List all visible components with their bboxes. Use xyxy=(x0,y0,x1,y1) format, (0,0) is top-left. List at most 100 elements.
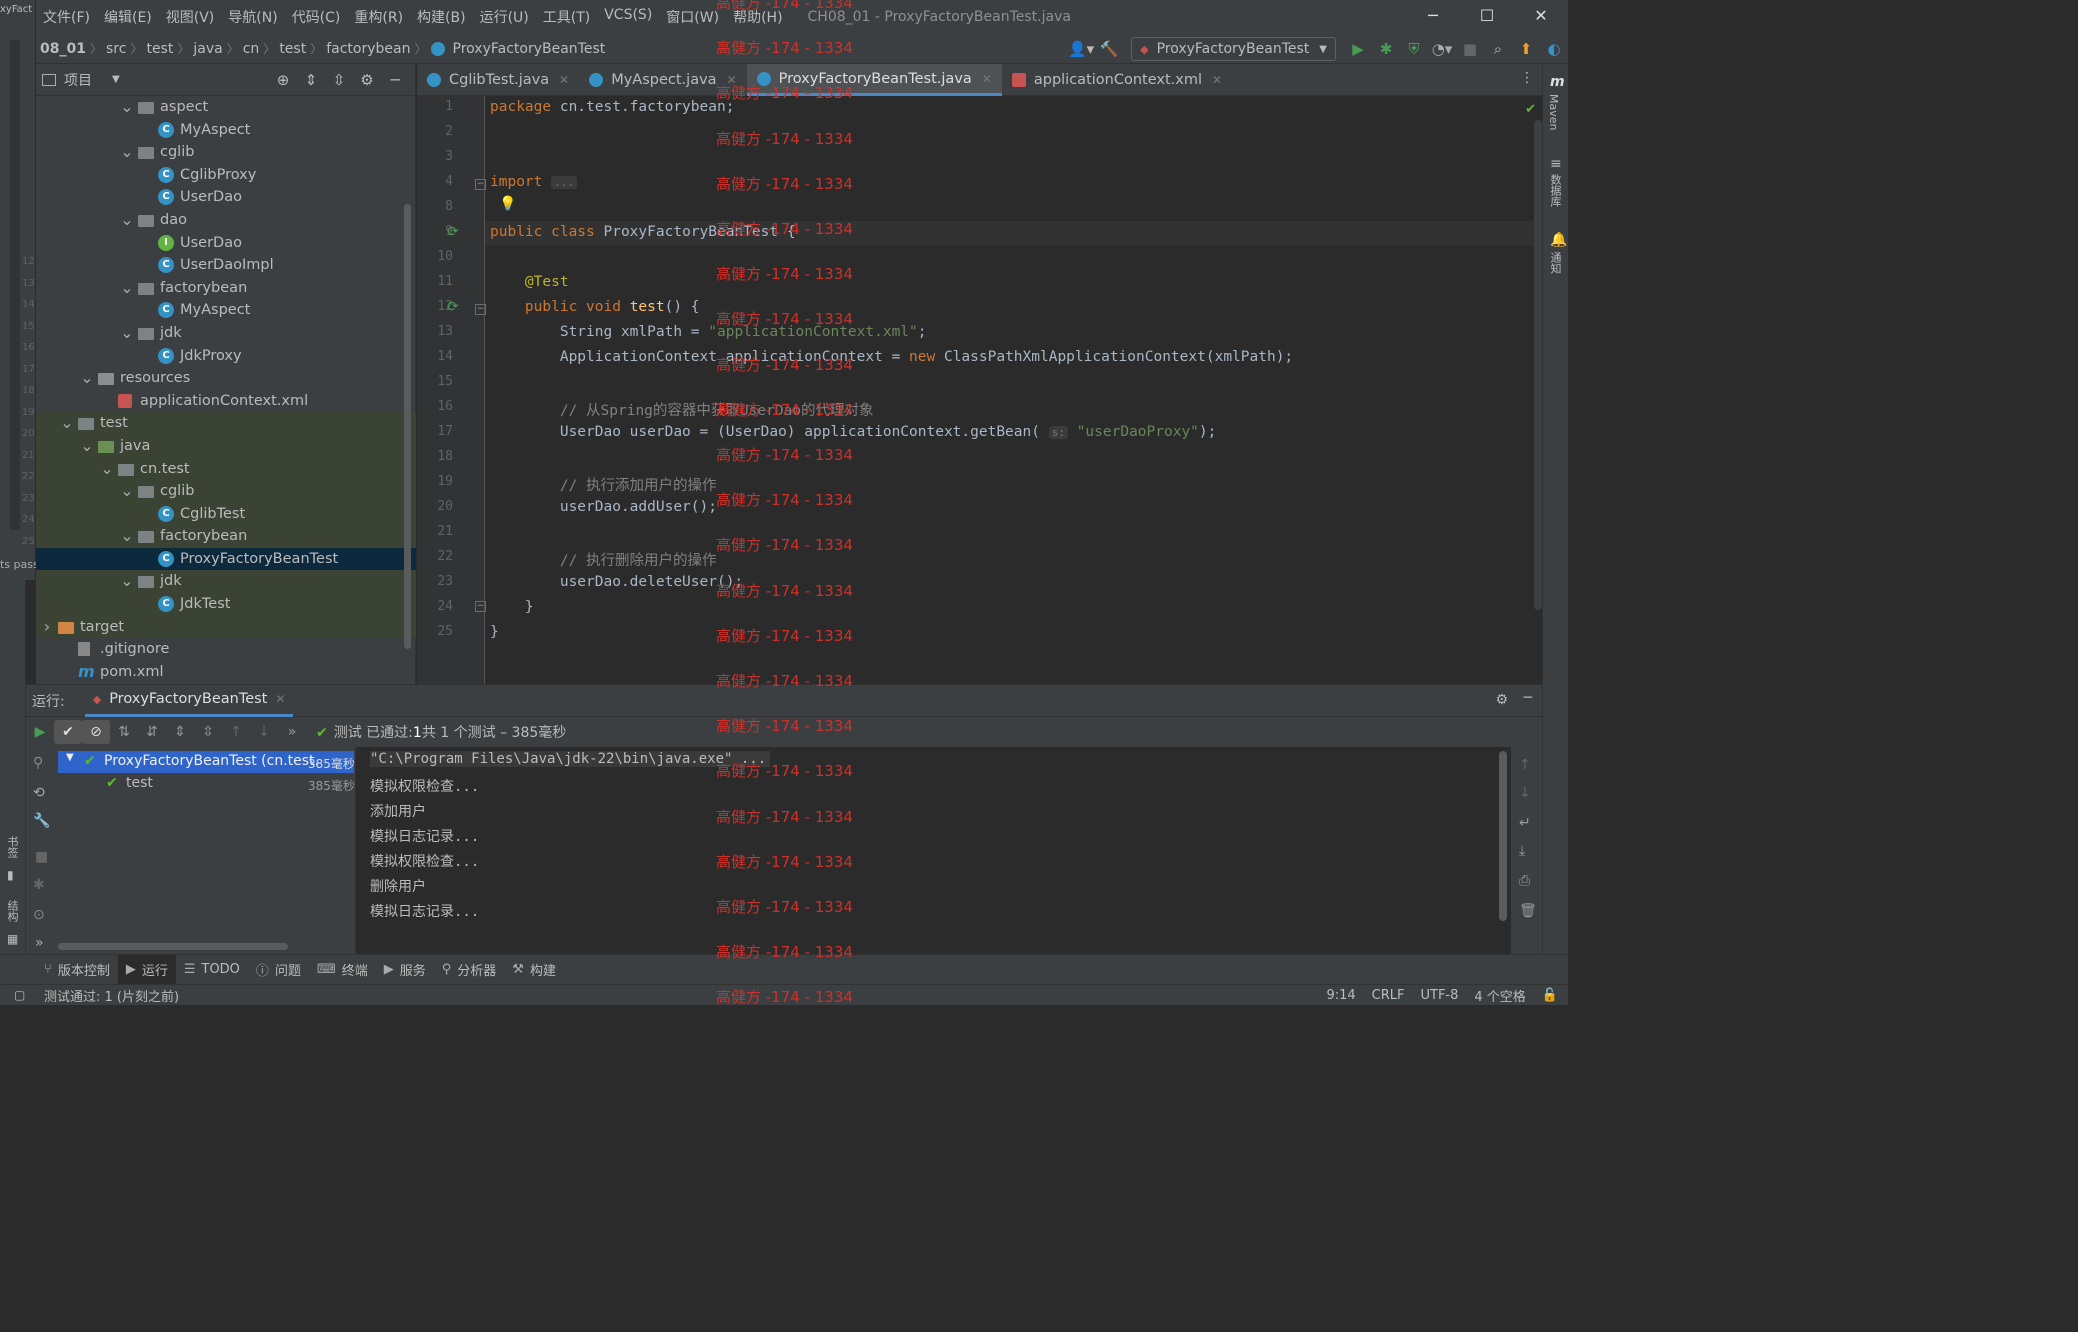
code-line[interactable]: public void test() { xyxy=(490,299,700,315)
database-tool-label[interactable]: 数据库 xyxy=(1547,174,1563,207)
bell-icon[interactable]: 🔔 xyxy=(1550,232,1567,248)
project-tree-row[interactable]: ⌄ resources xyxy=(36,367,416,390)
code-line[interactable]: // 执行删除用户的操作 xyxy=(490,549,717,570)
wrench-icon[interactable]: 🔧 xyxy=(33,813,50,829)
project-tree-row[interactable]: ⌄ dao xyxy=(36,209,416,232)
code-line[interactable]: import ... xyxy=(490,174,577,190)
project-tree-row[interactable]: ⌄ cglib xyxy=(36,141,416,164)
chevron-down-icon[interactable]: ⌄ xyxy=(120,570,134,593)
minimize-icon[interactable]: ─ xyxy=(1406,0,1460,34)
coverage-icon[interactable]: ⛨ xyxy=(1400,40,1428,58)
menu-item[interactable]: 文件(F) xyxy=(36,7,97,27)
chevron-down-icon[interactable]: ⌄ xyxy=(120,96,134,119)
project-tree-row[interactable]: m pom.xml xyxy=(36,661,416,684)
project-tree-row[interactable]: C UserDao xyxy=(36,186,416,209)
run-tool-button[interactable]: ▶ 运行 xyxy=(117,954,176,985)
notifications-tool-label[interactable]: 通知 xyxy=(1547,252,1563,274)
breadcrumb-item[interactable]: src xyxy=(102,41,130,57)
camera-icon[interactable]: ⊙ xyxy=(33,907,45,923)
gear-icon[interactable]: ⚙ xyxy=(1495,692,1508,708)
menu-item[interactable]: 工具(T) xyxy=(536,7,597,27)
close-tab-icon[interactable]: ✕ xyxy=(1212,73,1222,87)
rerun-icon[interactable]: ▶ xyxy=(26,724,54,740)
chevron-down-icon[interactable]: ⌄ xyxy=(100,458,114,481)
breadcrumb-item[interactable]: ProxyFactoryBeanTest xyxy=(449,41,610,57)
code-line[interactable]: } xyxy=(490,599,534,615)
code-line[interactable]: String xmlPath = "applicationContext.xml… xyxy=(490,324,927,340)
expand-all-icon[interactable]: ⇕ xyxy=(166,724,194,740)
services-tool-button[interactable]: ▶ 服务 xyxy=(376,955,434,985)
project-tree-row[interactable]: C CglibProxy xyxy=(36,164,416,187)
fold-import-icon[interactable]: − xyxy=(475,179,486,190)
project-tree-row[interactable]: ⌄ jdk xyxy=(36,322,416,345)
show-passed-icon[interactable]: ✔ xyxy=(54,720,82,744)
build-hammer-icon[interactable]: 🔨 xyxy=(1095,40,1123,58)
breadcrumb-item[interactable]: 08_01 xyxy=(36,41,90,57)
structure-tool-label[interactable]: 结构 xyxy=(4,900,20,922)
run-configuration-select[interactable]: ◆ ProxyFactoryBeanTest ▼ xyxy=(1131,37,1336,61)
fold-method-icon[interactable]: − xyxy=(475,304,486,315)
fold-end-icon[interactable]: − xyxy=(475,601,486,612)
layout-icon[interactable]: ▢ xyxy=(14,988,25,1002)
close-tab-icon[interactable]: ✕ xyxy=(727,73,737,87)
code-line[interactable]: // 执行添加用户的操作 xyxy=(490,474,717,495)
menu-item[interactable]: 编辑(E) xyxy=(97,7,159,27)
chevron-right-icon[interactable]: › xyxy=(40,616,54,639)
project-tree-row[interactable]: ⌄ factorybean xyxy=(36,277,416,300)
project-tree-row[interactable]: ⌄ aspect xyxy=(36,96,416,119)
menu-item[interactable]: VCS(S) xyxy=(597,7,659,27)
todo-tool-button[interactable]: ☰ TODO xyxy=(176,955,248,985)
project-tree-row[interactable]: C MyAspect xyxy=(36,299,416,322)
search-icon[interactable]: ⌕ xyxy=(1484,40,1512,58)
up-arrow-icon[interactable]: ↑ xyxy=(1519,757,1531,773)
gear-icon[interactable]: ⚙ xyxy=(353,71,381,89)
test-suite-label[interactable]: ProxyFactoryBeanTest (cn.test. xyxy=(104,753,319,769)
menu-item[interactable]: 代码(C) xyxy=(285,7,348,27)
hide-icon[interactable]: ─ xyxy=(381,71,409,89)
stop-icon[interactable]: ■ xyxy=(1456,40,1484,58)
down-arrow-icon[interactable]: ↓ xyxy=(1519,785,1531,801)
locate-icon[interactable]: ⊕ xyxy=(269,71,297,89)
scroll-to-end-icon[interactable]: ⤓ xyxy=(1519,843,1525,859)
project-scrollbar[interactable] xyxy=(404,204,411,649)
project-tree-row[interactable]: ⌄ cn.test xyxy=(36,457,416,481)
run-icon[interactable]: ▶ xyxy=(1344,40,1372,58)
close-tab-icon[interactable]: ✕ xyxy=(275,692,285,706)
vcs-tool-button[interactable]: ⑂ 版本控制 xyxy=(36,955,118,985)
chevron-down-icon[interactable]: ⌄ xyxy=(120,209,134,232)
breadcrumb-item[interactable]: test xyxy=(142,41,177,57)
project-tree-row[interactable]: › target xyxy=(36,615,416,639)
maximize-icon[interactable]: ☐ xyxy=(1460,0,1514,34)
project-tree-row[interactable]: ⌄ cglib xyxy=(36,480,416,503)
structure-icon[interactable]: ▦ xyxy=(7,932,18,946)
maven-icon[interactable]: m xyxy=(1550,74,1565,90)
editor-tab[interactable]: ProxyFactoryBeanTest.java ✕ xyxy=(746,64,1002,96)
editor-tab[interactable]: MyAspect.java ✕ xyxy=(579,64,746,96)
breadcrumb-item[interactable]: test xyxy=(275,41,310,57)
test-tree-scrollbar[interactable] xyxy=(58,943,288,950)
print-icon[interactable]: ⎙ xyxy=(1519,873,1530,889)
code-line[interactable]: userDao.deleteUser(); xyxy=(490,574,743,590)
project-tree-row[interactable]: C MyAspect xyxy=(36,119,416,142)
hide-icon[interactable]: ─ xyxy=(1524,690,1532,706)
terminal-tool-button[interactable]: ⌨ 终端 xyxy=(309,955,376,985)
menu-item[interactable]: 重构(R) xyxy=(347,7,410,27)
code-line[interactable]: } xyxy=(490,624,499,640)
code-line[interactable]: // 从Spring的容器中获取UserDao的代理对象 xyxy=(490,399,874,420)
inspection-ok-icon[interactable]: ✔ xyxy=(1525,102,1536,117)
sort-alpha-icon[interactable]: ⇅ xyxy=(110,724,138,740)
cursor-position[interactable]: 9:14 xyxy=(1326,988,1355,1003)
database-icon[interactable]: ≡ xyxy=(1550,156,1562,172)
console-scrollbar[interactable] xyxy=(1499,751,1507,921)
project-panel-title[interactable]: 项目 xyxy=(64,70,92,90)
editor-tab[interactable]: applicationContext.xml ✕ xyxy=(1002,64,1232,96)
update-icon[interactable]: ⬆ xyxy=(1512,40,1540,58)
chevron-down-icon[interactable]: ⌄ xyxy=(80,435,94,458)
profile-icon[interactable]: ◔▾ xyxy=(1428,40,1456,58)
code-line[interactable]: UserDao userDao = (UserDao) applicationC… xyxy=(490,424,1217,440)
breadcrumb-item[interactable]: cn xyxy=(239,41,264,57)
profiler-tool-button[interactable]: ⚲ 分析器 xyxy=(434,955,505,985)
bookmark-icon[interactable]: ▮ xyxy=(7,868,14,882)
chevron-down-icon[interactable]: ⌄ xyxy=(120,141,134,164)
menu-item[interactable]: 运行(U) xyxy=(473,7,536,27)
